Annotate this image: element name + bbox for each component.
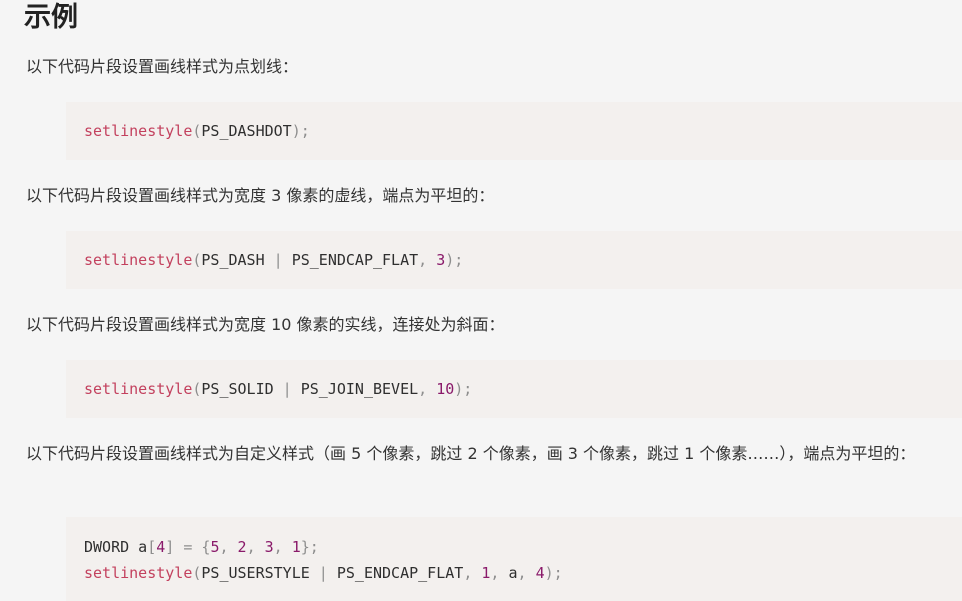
code-punctuation: ); [291,122,310,140]
code-function-name: setlinestyle [84,251,193,269]
code-line: setlinestyle(PS_DASHDOT); [84,118,962,144]
code-punctuation: }; [300,538,319,556]
code-block[interactable]: DWORD a[4] = {5, 2, 3, 1}; setlinestyle(… [66,517,962,601]
code-type: DWORD [84,538,130,556]
code-punctuation: , [463,564,482,582]
code-punctuation: ] [165,538,175,556]
code-punctuation: , [490,564,509,582]
code-block[interactable]: setlinestyle(PS_DASH | PS_ENDCAP_FLAT, 3… [66,231,962,289]
example-description: 以下代码片段设置画线样式为宽度 10 像素的实线，连接处为斜面： [26,315,505,334]
code-punctuation: , [517,564,536,582]
code-constant: PS_USERSTYLE [201,564,310,582]
code-punctuation: [ [147,538,157,556]
code-number: 4 [535,564,545,582]
code-constant: PS_ENDCAP_FLAT [291,251,419,269]
code-number: 3 [264,538,274,556]
code-punctuation: , [418,380,437,398]
code-block[interactable]: setlinestyle(PS_DASHDOT); [66,102,962,160]
code-punctuation: , [219,538,238,556]
code-punctuation: ); [454,380,473,398]
code-punctuation: ); [544,564,563,582]
code-constant: PS_JOIN_BEVEL [300,380,419,398]
code-constant: PS_DASH [201,251,265,269]
example-description: 以下代码片段设置画线样式为宽度 3 像素的虚线，端点为平坦的： [26,186,495,205]
code-operator: | [309,564,337,582]
code-block[interactable]: setlinestyle(PS_SOLID | PS_JOIN_BEVEL, 1… [66,360,962,418]
code-constant: PS_DASHDOT [201,122,292,140]
code-number: 10 [436,380,455,398]
code-punctuation: ); [445,251,464,269]
code-line: DWORD a[4] = {5, 2, 3, 1}; [84,534,962,560]
code-variable: a [508,564,518,582]
code-punctuation: , [246,538,265,556]
code-number: 3 [436,251,446,269]
code-function-name: setlinestyle [84,564,193,582]
code-line: setlinestyle(PS_SOLID | PS_JOIN_BEVEL, 1… [84,376,962,402]
code-function-name: setlinestyle [84,122,193,140]
code-operator: = [174,538,202,556]
example-description: 以下代码片段设置画线样式为自定义样式（画 5 个像素，跳过 2 个像素，画 3 … [26,444,916,463]
code-line: setlinestyle(PS_USERSTYLE | PS_ENDCAP_FL… [84,560,962,586]
code-number: 4 [156,538,166,556]
code-operator: | [264,251,292,269]
code-punctuation: , [273,538,292,556]
code-line: setlinestyle(PS_DASH | PS_ENDCAP_FLAT, 3… [84,247,962,273]
code-variable: a [129,538,148,556]
section-heading: 示例 [24,2,78,33]
code-function-name: setlinestyle [84,380,193,398]
code-operator: | [273,380,301,398]
code-number: 1 [291,538,301,556]
code-constant: PS_ENDCAP_FLAT [336,564,464,582]
code-number: 2 [237,538,247,556]
code-constant: PS_SOLID [201,380,274,398]
example-description: 以下代码片段设置画线样式为点划线： [26,57,299,76]
code-punctuation: , [418,251,437,269]
